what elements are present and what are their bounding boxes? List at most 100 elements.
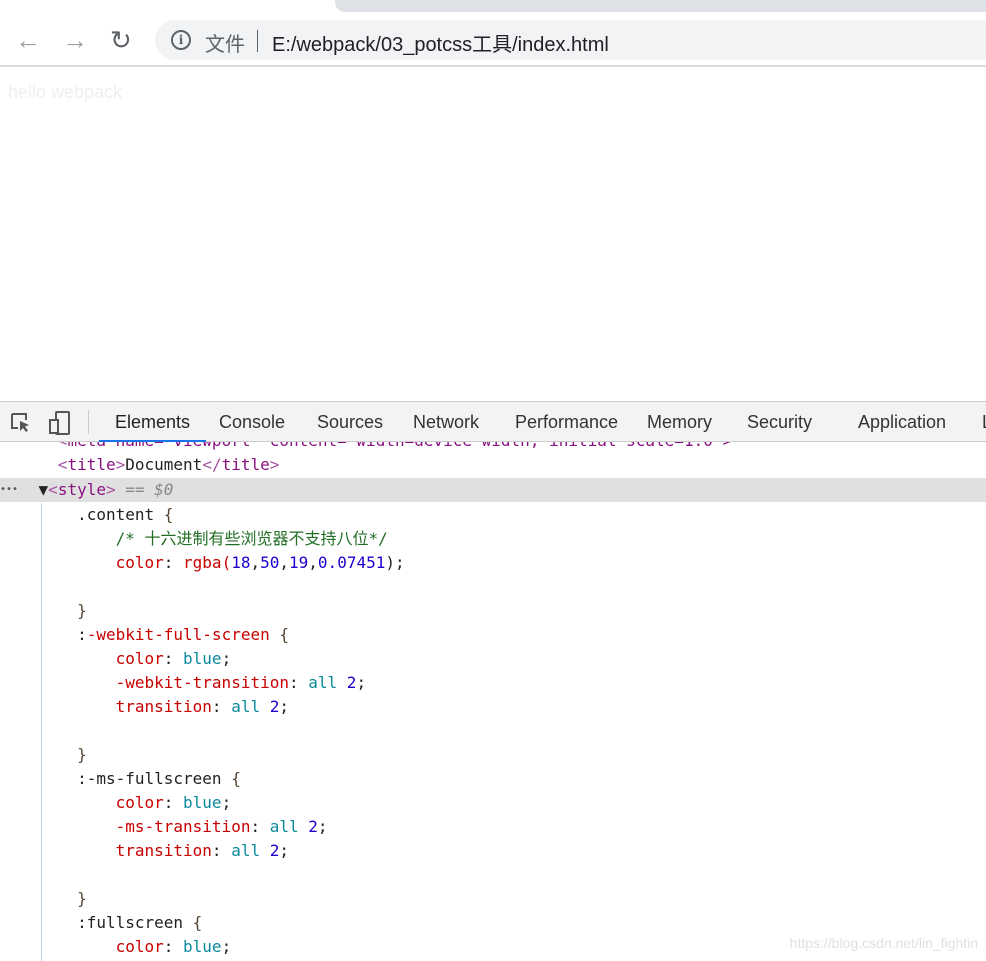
code-line[interactable]: :fullscreen { [0,911,986,935]
code-line[interactable]: /* 十六进制有些浏览器不支持八位*/ [0,527,986,551]
info-icon[interactable]: i [171,30,191,50]
forward-button[interactable]: → [62,26,88,54]
code-token: rgba( [183,553,232,572]
code-token: : [0,625,87,644]
code-token: : [163,793,184,812]
inspect-element-icon[interactable] [9,411,33,435]
code-token: 0.07451 [317,553,386,572]
code-token: transition [115,697,212,716]
code-line[interactable]: :-webkit-full-screen { [0,623,986,647]
code-token: ; [356,673,367,692]
tab-memory[interactable]: Memory [647,402,712,442]
code-line[interactable] [0,863,986,887]
code-token: , [279,553,290,572]
code-line[interactable]: -webkit-transition: all 2; [0,671,986,695]
code-token: ; [317,817,328,836]
elements-dom-tree[interactable]: < meta name="viewport" content="width=dev… [0,442,986,961]
code-token: transition [115,841,212,860]
tab-network[interactable]: Network [413,402,479,442]
code-token: ; [221,793,232,812]
code-token: Document [125,455,203,474]
code-token: blue [183,793,222,812]
code-token: :fullscreen [0,913,193,932]
code-token: all [231,841,261,860]
selected-dom-node[interactable]: ▼<style> == $0 ••• [0,478,986,502]
code-token: color [115,649,164,668]
code-token: ; [221,937,232,956]
code-token: { [269,625,289,644]
code-token: .content [0,505,164,524]
tab-l[interactable]: L [982,402,986,442]
code-token: all [231,697,261,716]
address-bar[interactable]: i 文件 E:/webpack/03_potcss工具/index.html [155,20,986,60]
code-token: : [0,769,87,788]
code-token: : [288,673,309,692]
url-text[interactable]: E:/webpack/03_potcss工具/index.html [272,28,609,57]
code-token: > [105,480,116,499]
code-token: color [115,937,164,956]
code-line[interactable] [0,719,986,743]
tab-performance[interactable]: Performance [515,402,618,442]
code-token: < [0,455,68,474]
code-token: ; [279,841,290,860]
code-token: name="viewport" content="width=device-wi… [106,442,733,450]
code-line[interactable]: transition: all 2; [0,695,986,719]
code-token: : [211,697,232,716]
code-token: } [0,889,87,908]
more-icon[interactable]: ••• [0,478,18,502]
code-token: 19 [289,553,309,572]
code-token: all [308,673,338,692]
tab-elements[interactable]: Elements [98,402,207,442]
code-line[interactable]: .content { [0,503,986,527]
device-toolbar-icon[interactable] [48,411,72,435]
code-token: : [163,553,184,572]
code-token: title [221,455,270,474]
devtools-tabbar: Elements Console Sources Network Performance… [0,401,986,442]
code-token: , [308,553,318,572]
code-token: : [163,937,184,956]
reload-button[interactable]: ↻ [110,26,132,54]
code-line[interactable]: color: rgba(18,50,19,0.07451); [0,551,986,575]
code-token: ; [221,649,232,668]
code-line[interactable] [0,575,986,599]
code-token: : [211,841,232,860]
code-token: { [221,769,241,788]
code-token: all [269,817,299,836]
code-line[interactable]: } [0,599,986,623]
code-line[interactable]: } [0,887,986,911]
divider [88,410,89,434]
code-line[interactable]: -ms-transition: all 2; [0,815,986,839]
back-button[interactable]: ← [15,26,41,54]
browser-toolbar: ← → ↻ i 文件 E:/webpack/03_potcss工具/index.… [0,14,986,67]
code-token: ); [385,553,405,572]
code-token: style [57,480,106,499]
code-token: blue [183,937,222,956]
tab-sources[interactable]: Sources [317,402,383,442]
code-line[interactable]: transition: all 2; [0,839,986,863]
code-line[interactable]: color: blue; [0,791,986,815]
code-line[interactable]: color: blue; [0,647,986,671]
devtools-panel: Elements Console Sources Network Performance… [0,401,986,961]
code-token: { [192,913,203,932]
code-line[interactable]: :-ms-fullscreen { [0,767,986,791]
code-token: 18 [231,553,251,572]
code-line[interactable]: <title>Document</title> [0,453,986,477]
tab-console[interactable]: Console [219,402,285,442]
code-token: -webkit-full-screen [86,625,270,644]
code-token: > [115,455,126,474]
code-line[interactable]: } [0,743,986,767]
code-token: meta [67,442,106,450]
code-token: > [269,455,280,474]
code-token: 2 [346,673,357,692]
tab-application[interactable]: Application [858,402,946,442]
code-token: } [0,601,87,620]
code-line[interactable]: <meta name="viewport" content="width=dev… [0,442,986,453]
inactive-tab-area[interactable] [335,0,986,12]
tab-security[interactable]: Security [747,402,812,442]
code-token: 2 [308,817,318,836]
